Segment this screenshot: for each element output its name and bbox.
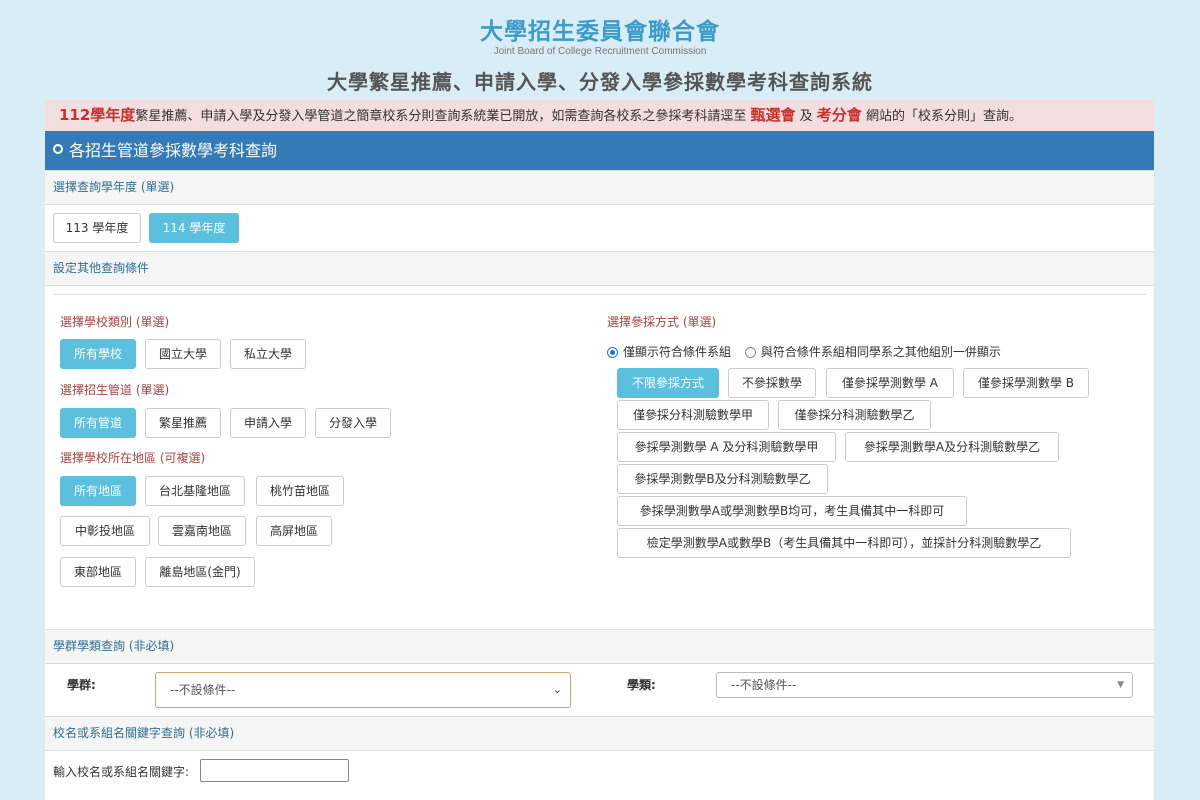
method-any[interactable]: 不限參採方式	[617, 368, 719, 398]
method-gsat-math-a-only[interactable]: 僅參採學測數學 A	[826, 368, 954, 398]
caret-down-icon: ▼	[1117, 680, 1124, 690]
keyword-section-title: 校名或系組名關鍵字查詢 (非必填)	[53, 726, 235, 740]
category-select-value: --不設條件--	[731, 678, 797, 692]
radio-include-related[interactable]	[744, 347, 756, 358]
region-kaohsiung-pingtung[interactable]: 高屏地區	[256, 516, 332, 546]
region-all[interactable]: 所有地區	[60, 476, 136, 506]
group-section-title: 學群學類查詢 (非必填)	[53, 639, 175, 653]
keyword-section-body: 輸入校名或系組名關鍵字:	[45, 751, 1154, 791]
method-no-math[interactable]: 不參採數學	[728, 368, 816, 398]
group-label: 學群:	[67, 678, 96, 692]
school-type-label: 選擇學校類別 (單選)	[60, 315, 170, 329]
group-section-header: 學群學類查詢 (非必填)	[45, 629, 1154, 664]
region-taipei-keelung[interactable]: 台北基隆地區	[145, 476, 245, 506]
method-gsat-b-ast-yi[interactable]: 參採學測數學B及分科測驗數學乙	[617, 464, 828, 494]
radio-matching-only-label: 僅顯示符合條件系組	[623, 345, 732, 359]
channel-application[interactable]: 申請入學	[230, 408, 306, 438]
channel-label: 選擇招生管道 (單選)	[60, 383, 170, 397]
notice-banner: 112學年度繁星推薦、申請入學及分發入學管道之簡章校系分則查詢系統業已開放，如需…	[45, 100, 1154, 131]
school-type-all[interactable]: 所有學校	[60, 339, 136, 369]
group-select[interactable]: --不設條件-- ⌄	[155, 672, 571, 708]
conditions-section-title: 設定其他查詢條件	[53, 261, 150, 275]
divider	[53, 294, 1146, 295]
method-gsat-a-or-b-plus-ast-yi[interactable]: 檢定學測數學A或數學B（考生具備其中一科即可），並採計分科測驗數學乙	[617, 528, 1071, 558]
region-taichung-changhua-nantou[interactable]: 中彰投地區	[60, 516, 150, 546]
year-section-title: 選擇查詢學年度 (單選)	[53, 180, 175, 194]
notice-text: 繁星推薦、申請入學及分發入學管道之簡章校系分則查詢系統業已開放，如需查詢各校系之…	[135, 109, 747, 124]
org-title: 大學招生委員會聯合會	[480, 19, 720, 45]
channel-all[interactable]: 所有管道	[60, 408, 136, 438]
notice-and: 及	[799, 109, 813, 124]
school-type-private[interactable]: 私立大學	[230, 339, 306, 369]
region-east[interactable]: 東部地區	[60, 557, 136, 587]
category-select[interactable]: --不設條件-- ▼	[716, 672, 1133, 698]
method-gsat-math-b-only[interactable]: 僅參採學測數學 B	[963, 368, 1089, 398]
org-subtitle: Joint Board of College Recruitment Commi…	[493, 46, 707, 57]
site-header: 大學招生委員會聯合會 Joint Board of College Recrui…	[0, 0, 1200, 100]
method-ast-math-yi-only[interactable]: 僅參採分科測驗數學乙	[778, 400, 931, 430]
notice-tail: 網站的「校系分則」查詢。	[865, 109, 1022, 124]
school-type-national[interactable]: 國立大學	[145, 339, 221, 369]
method-gsat-a-or-b[interactable]: 參採學測數學A或學測數學B均可，考生具備其中一科即可	[617, 496, 967, 526]
year-section-body: 113 學年度 114 學年度	[45, 205, 1154, 251]
radio-matching-only[interactable]	[607, 347, 618, 358]
notice-year: 112學年度	[59, 106, 136, 124]
main-content: 112學年度繁星推薦、申請入學及分發入學管道之簡章校系分則查詢系統業已開放，如需…	[45, 100, 1154, 800]
conditions-section-header: 設定其他查詢條件	[45, 251, 1154, 286]
circle-bullet-icon	[53, 144, 63, 154]
radio-include-related-label: 與符合條件系組相同學系之其他組別一併顯示	[760, 345, 1001, 359]
channel-star[interactable]: 繁星推薦	[145, 408, 221, 438]
keyword-input[interactable]	[200, 759, 349, 782]
category-label: 學類:	[627, 678, 656, 692]
channel-distribution[interactable]: 分發入學	[315, 408, 391, 438]
region-taoyuan-hsinchu-miaoli[interactable]: 桃竹苗地區	[256, 476, 344, 506]
group-select-value: --不設條件--	[170, 683, 236, 697]
system-title: 大學繁星推薦、申請入學、分發入學參採數學考科查詢系統	[327, 70, 873, 94]
panel-title: 各招生管道參採數學考科查詢	[45, 131, 1154, 170]
display-mode-radios: 僅顯示符合條件系組 與符合條件系組相同學系之其他組別一併顯示	[607, 343, 1001, 360]
chevron-down-icon: ⌄	[552, 683, 562, 696]
keyword-label: 輸入校名或系組名關鍵字:	[53, 765, 190, 779]
keyword-section-header: 校名或系組名關鍵字查詢 (非必填)	[45, 716, 1154, 751]
method-ast-math-jia-only[interactable]: 僅參採分科測驗數學甲	[617, 400, 769, 430]
region-yunlin-chiayi-tainan[interactable]: 雲嘉南地區	[158, 516, 246, 546]
method-gsat-a-ast-jia[interactable]: 參採學測數學 A 及分科測驗數學甲	[617, 432, 836, 462]
link-kaofenhui[interactable]: 考分會	[817, 106, 862, 124]
region-label: 選擇學校所在地區 (可複選)	[60, 451, 206, 465]
panel-title-text: 各招生管道參採數學考科查詢	[69, 141, 278, 160]
region-islands[interactable]: 離島地區(金門)	[145, 557, 255, 587]
method-label: 選擇參採方式 (單選)	[607, 315, 717, 329]
year-option-113[interactable]: 113 學年度	[53, 213, 141, 243]
year-option-114[interactable]: 114 學年度	[149, 213, 239, 243]
conditions-section-body: 選擇學校類別 (單選) 所有學校 國立大學 私立大學 選擇招生管道 (單選) 所…	[45, 286, 1154, 629]
link-jianxuanhui[interactable]: 甄選會	[750, 106, 795, 124]
year-section-header: 選擇查詢學年度 (單選)	[45, 170, 1154, 205]
group-section-body: 學群: --不設條件-- ⌄ 學類: --不設條件-- ▼	[45, 664, 1154, 716]
method-gsat-a-ast-yi[interactable]: 參採學測數學A及分科測驗數學乙	[845, 432, 1059, 462]
